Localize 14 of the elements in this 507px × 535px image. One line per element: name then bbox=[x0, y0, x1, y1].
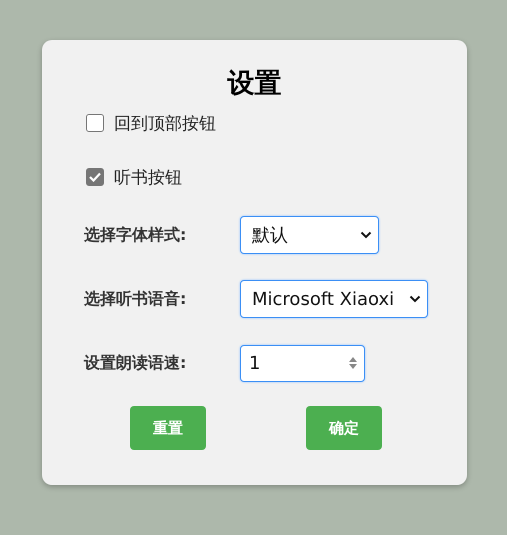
checkbox-label: 回到顶部按钮 bbox=[114, 112, 216, 134]
chevron-down-icon bbox=[409, 295, 421, 303]
chevron-down-icon bbox=[360, 231, 372, 239]
field-label: 选择听书语音: bbox=[84, 288, 188, 310]
checkbox[interactable] bbox=[86, 168, 104, 186]
field-label: 选择字体样式: bbox=[84, 224, 188, 246]
checkbox-label: 听书按钮 bbox=[114, 166, 182, 188]
number-field[interactable]: 1 bbox=[240, 344, 365, 382]
spinner-arrows-icon[interactable] bbox=[348, 355, 358, 371]
dialog-title: 设置 bbox=[226, 68, 282, 100]
dropdown[interactable]: Microsoft Xiaoxi bbox=[240, 280, 428, 318]
checkbox[interactable] bbox=[86, 114, 104, 132]
field-label: 设置朗读语速: bbox=[84, 352, 188, 374]
dropdown[interactable]: 默认 bbox=[240, 216, 379, 254]
